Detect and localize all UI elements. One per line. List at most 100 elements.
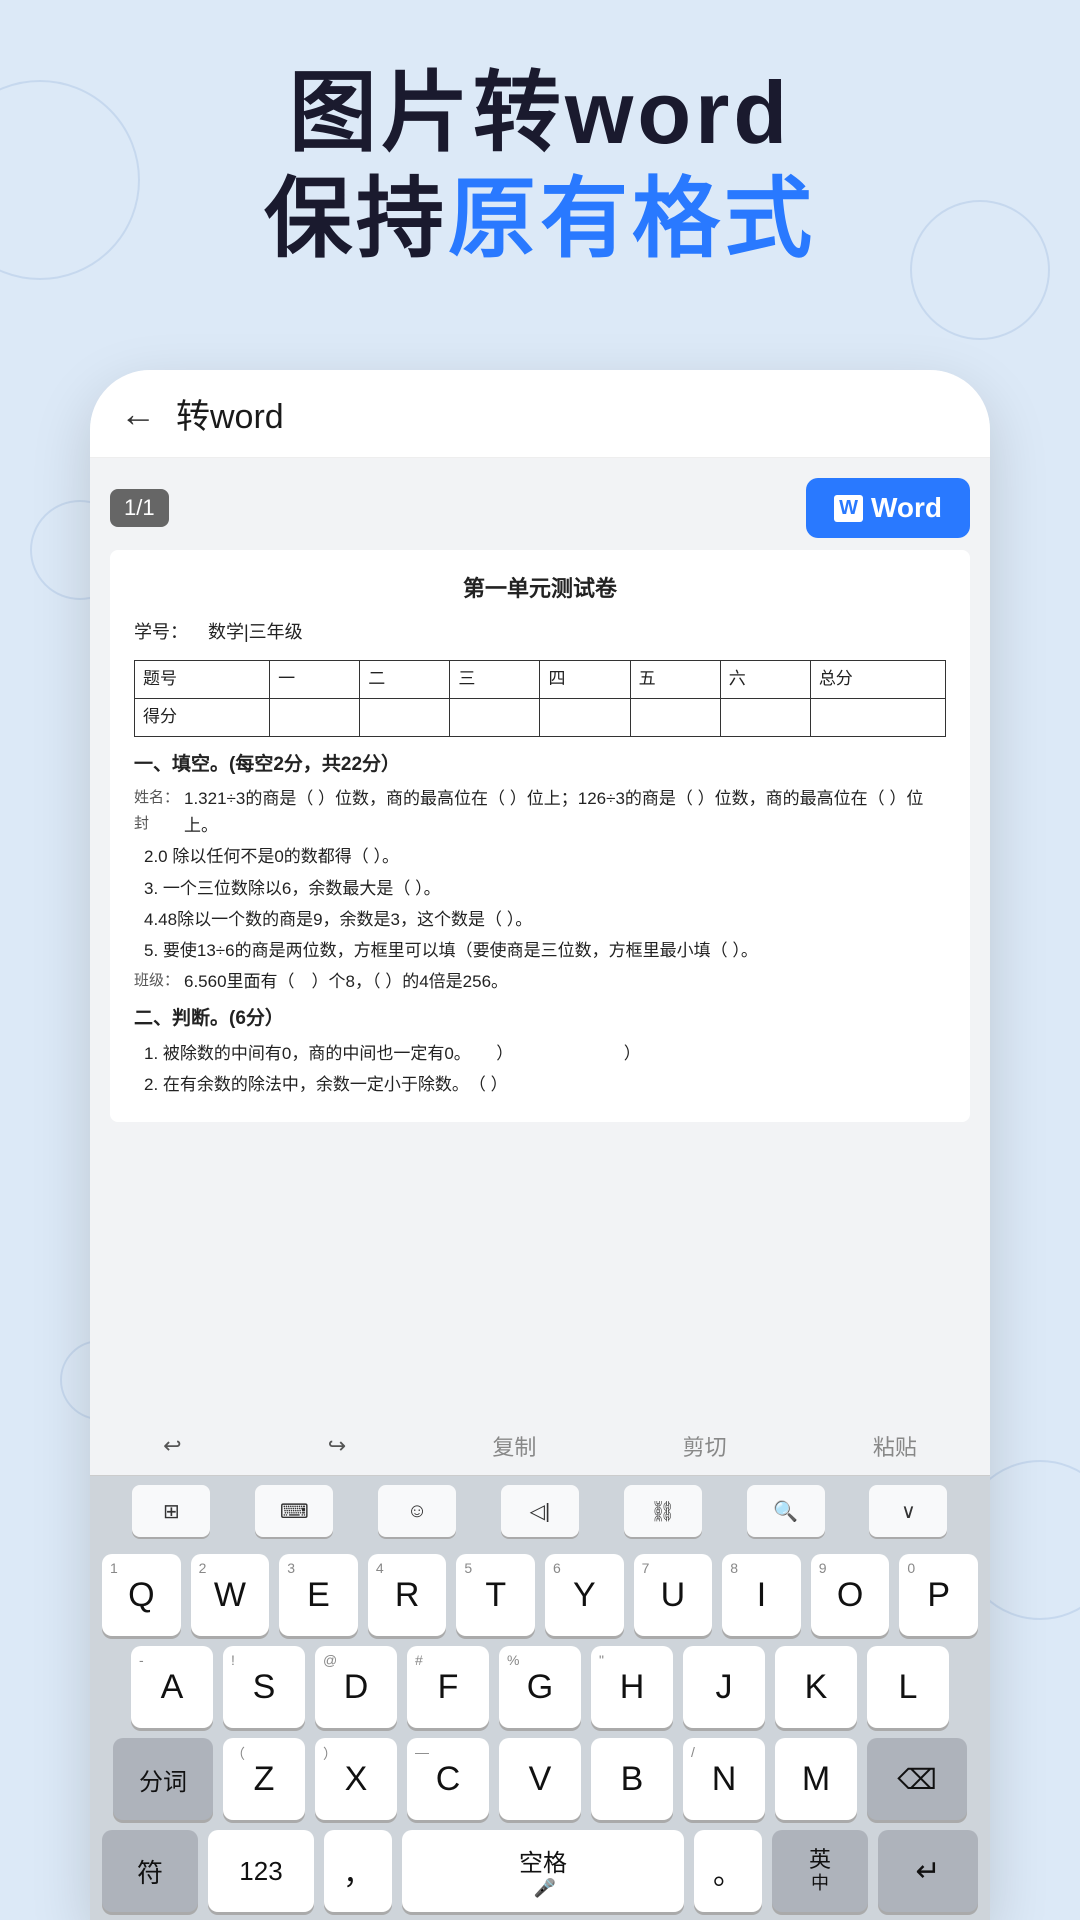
key-f[interactable]: #F (407, 1646, 489, 1728)
key-j[interactable]: J (683, 1646, 765, 1728)
side-label-1: 姓名：封 (134, 785, 179, 836)
key-row-bottom: 符 123 ， 空格 🎤 。 英中 ↵ (102, 1830, 978, 1912)
table-row-0: 得分 (135, 698, 270, 736)
key-b[interactable]: B (591, 1738, 673, 1820)
doc-item-4: 4.48除以一个数的商是9，余数是3，这个数是（ ）。 (144, 906, 946, 933)
key-h[interactable]: "H (591, 1646, 673, 1728)
space-button[interactable]: 空格 🎤 (402, 1830, 684, 1912)
hero-line2-part2: 原有格式 (448, 169, 816, 268)
doc-item-1: 1.321÷3的商是（ ）位数，商的最高位在（ ）位上；126÷3的商是（ ）位… (184, 785, 946, 839)
table-row-7 (810, 698, 945, 736)
undo-button[interactable]: ↩ (147, 1425, 197, 1467)
table-header-1: 一 (270, 660, 360, 698)
keyboard-area: ↩ ↪ 复制 剪切 粘贴 ⊞ ⌨ ☺ ◁| ⛓ 🔍 ∨ 1Q 2W 3E 4R … (90, 1416, 990, 1920)
key-row-1: 1Q 2W 3E 4R 5T 6Y 7U 8I 9O 0P (102, 1554, 978, 1636)
key-c[interactable]: —C (407, 1738, 489, 1820)
key-g[interactable]: %G (499, 1646, 581, 1728)
doc-item-5: 5. 要使13÷6的商是两位数，方框里可以填（要使商是三位数，方框里最小填（ ）… (144, 937, 946, 964)
section1-label: 一、填空。(每空2分，共22分） (134, 749, 946, 781)
period-button[interactable]: 。 (694, 1830, 762, 1912)
table-row-4 (540, 698, 630, 736)
table-row-2 (360, 698, 450, 736)
app-header: ← 转word (90, 370, 990, 458)
comma-button[interactable]: ， (324, 1830, 392, 1912)
key-p[interactable]: 0P (899, 1554, 978, 1636)
key-o[interactable]: 9O (811, 1554, 890, 1636)
table-row-3 (450, 698, 540, 736)
key-n[interactable]: /N (683, 1738, 765, 1820)
table-row-6 (720, 698, 810, 736)
table-header-6: 六 (720, 660, 810, 698)
cut-button[interactable]: 剪切 (667, 1422, 743, 1470)
word-export-button[interactable]: W Word (806, 478, 970, 538)
key-q[interactable]: 1Q (102, 1554, 181, 1636)
list-item: 班级： 6.560里面有（ ）个8，（ ）的4倍是256。 (134, 968, 946, 995)
hero-line1: 图片转word (0, 60, 1080, 166)
redo-button[interactable]: ↪ (312, 1425, 362, 1467)
sym-button[interactable]: 符 (102, 1830, 198, 1912)
key-t[interactable]: 5T (456, 1554, 535, 1636)
word-button-label: Word (871, 492, 942, 524)
keyboard-icon-row: ⊞ ⌨ ☺ ◁| ⛓ 🔍 ∨ (90, 1476, 990, 1546)
keyboard-cursor-icon[interactable]: ◁| (501, 1485, 579, 1537)
doc-subtitle: 学号： 数学|三年级 (134, 617, 946, 648)
document-content: 第一单元测试卷 学号： 数学|三年级 题号 一 二 三 四 五 六 总分 得分 (110, 550, 970, 1122)
page-title: 转word (176, 389, 284, 438)
num-button[interactable]: 123 (208, 1830, 314, 1912)
key-y[interactable]: 6Y (545, 1554, 624, 1636)
enter-button[interactable]: ↵ (878, 1830, 978, 1912)
section2-label: 二、判断。(6分） (134, 1003, 946, 1035)
subtitle-label: 学号： (134, 617, 188, 648)
back-button[interactable]: ← (120, 393, 156, 435)
document-area: 1/1 W Word 第一单元测试卷 学号： 数学|三年级 题号 一 二 三 四… (90, 458, 990, 1132)
doc-item-3: 3. 一个三位数除以6，余数最大是（ ）。 (144, 875, 946, 902)
keyboard-emoji-icon[interactable]: ☺ (378, 1485, 456, 1537)
fenci-button[interactable]: 分词 (113, 1738, 213, 1820)
key-u[interactable]: 7U (634, 1554, 713, 1636)
key-l[interactable]: L (867, 1646, 949, 1728)
table-header-4: 四 (540, 660, 630, 698)
doc-title: 第一单元测试卷 (134, 570, 946, 607)
lang-button[interactable]: 英中 (772, 1830, 868, 1912)
keyboard-grid-icon[interactable]: ⊞ (132, 1485, 210, 1537)
key-s[interactable]: !S (223, 1646, 305, 1728)
keyboard-link-icon[interactable]: ⛓ (624, 1485, 702, 1537)
table-header-0: 题号 (135, 660, 270, 698)
word-icon: W (834, 495, 863, 522)
doc-toolbar: 1/1 W Word (110, 478, 970, 538)
keyboard-search-icon[interactable]: 🔍 (747, 1485, 825, 1537)
key-w[interactable]: 2W (191, 1554, 270, 1636)
key-k[interactable]: K (775, 1646, 857, 1728)
hero-section: 图片转word 保持原有格式 (0, 60, 1080, 271)
page-badge: 1/1 (110, 489, 169, 527)
table-header-2: 二 (360, 660, 450, 698)
key-v[interactable]: V (499, 1738, 581, 1820)
key-e[interactable]: 3E (279, 1554, 358, 1636)
key-z[interactable]: （Z (223, 1738, 305, 1820)
doc-item-6: 6.560里面有（ ）个8，（ ）的4倍是256。 (184, 968, 946, 995)
paste-button[interactable]: 粘贴 (857, 1422, 933, 1470)
keyboard-type-icon[interactable]: ⌨ (255, 1485, 333, 1537)
key-m[interactable]: M (775, 1738, 857, 1820)
table-row-1 (270, 698, 360, 736)
table-header-3: 三 (450, 660, 540, 698)
key-d[interactable]: @D (315, 1646, 397, 1728)
table-row-5 (630, 698, 720, 736)
delete-button[interactable]: ⌫ (867, 1738, 967, 1820)
key-a[interactable]: -A (131, 1646, 213, 1728)
score-table: 题号 一 二 三 四 五 六 总分 得分 (134, 660, 946, 737)
side-label-2: 班级： (134, 968, 179, 994)
key-i[interactable]: 8I (722, 1554, 801, 1636)
doc-judge-1: 1. 被除数的中间有0，商的中间也一定有0。 ） ） (144, 1040, 946, 1067)
doc-item-2: 2.0 除以任何不是0的数都得（ ）。 (144, 843, 946, 870)
copy-button[interactable]: 复制 (476, 1422, 552, 1470)
hero-line2-part1: 保持 (264, 169, 448, 268)
key-x[interactable]: ）X (315, 1738, 397, 1820)
doc-judge-2: 2. 在有余数的除法中，余数一定小于除数。 （ ） (144, 1071, 946, 1098)
keyboard-toolbar: ↩ ↪ 复制 剪切 粘贴 (90, 1416, 990, 1476)
key-r[interactable]: 4R (368, 1554, 447, 1636)
table-header-7: 总分 (810, 660, 945, 698)
keyboard-collapse-icon[interactable]: ∨ (869, 1485, 947, 1537)
hero-line2: 保持原有格式 (0, 166, 1080, 272)
subtitle-value: 数学|三年级 (208, 617, 303, 648)
